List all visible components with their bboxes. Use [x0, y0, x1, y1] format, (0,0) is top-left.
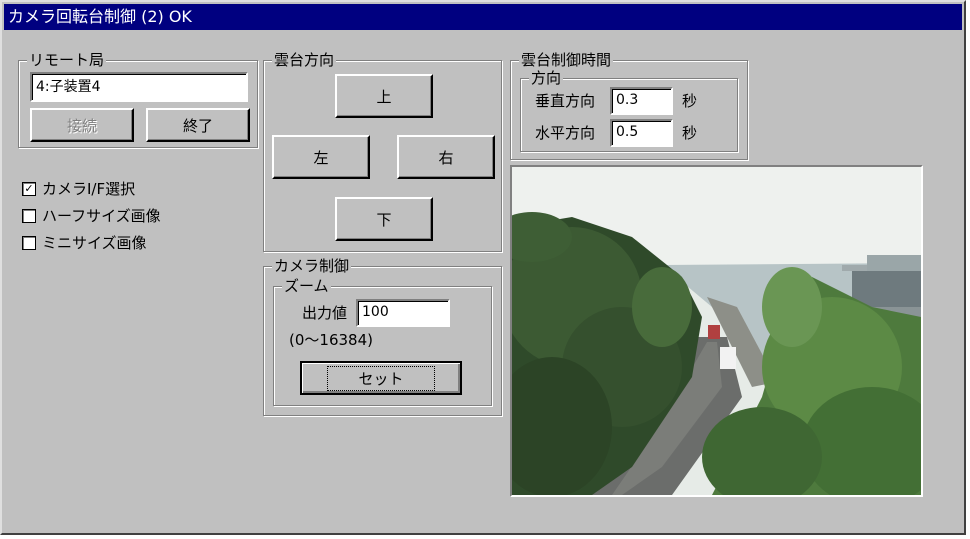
set-button-label: セット: [327, 365, 435, 391]
camera-image: [510, 165, 923, 497]
camera-scene-image: [512, 167, 921, 495]
pan-time-legend: 雲台制御時間: [519, 51, 614, 69]
vertical-time-input[interactable]: 0.3: [610, 87, 673, 115]
window-title: カメラ回転台制御 (2) OK: [8, 7, 192, 26]
set-button[interactable]: セット: [300, 361, 462, 395]
pan-left-button[interactable]: 左: [272, 135, 370, 179]
mini-size-checkbox[interactable]: ミニサイズ画像: [22, 232, 147, 253]
dialog-window: カメラ回転台制御 (2) OK リモート局 4:子装置4 接続 終了 ✓ カメラ…: [0, 0, 966, 535]
horizontal-unit: 秒: [682, 124, 698, 142]
half-size-label: ハーフサイズ画像: [42, 207, 161, 225]
remote-station-select[interactable]: 4:子装置4: [30, 72, 248, 102]
vertical-label: 垂直方向: [535, 92, 596, 110]
connect-button[interactable]: 接続: [30, 108, 134, 142]
camera-if-checkbox[interactable]: ✓ カメラI/F選択: [22, 178, 135, 199]
mini-size-label: ミニサイズ画像: [42, 234, 147, 252]
zoom-output-label: 出力値: [302, 304, 348, 322]
half-size-check-icon: [22, 208, 36, 223]
horizontal-time-input[interactable]: 0.5: [610, 119, 673, 147]
zoom-output-input[interactable]: 100: [356, 299, 450, 327]
pan-direction-legend: 雲台方向: [272, 51, 337, 69]
horizontal-label: 水平方向: [535, 124, 596, 142]
vertical-unit: 秒: [682, 92, 698, 110]
mini-size-check-icon: [22, 235, 36, 250]
direction-legend: 方向: [529, 69, 564, 87]
exit-button[interactable]: 終了: [146, 108, 250, 142]
zoom-legend: ズーム: [282, 277, 331, 295]
pan-right-button[interactable]: 右: [397, 135, 495, 179]
pan-down-button[interactable]: 下: [335, 197, 433, 241]
pan-up-button[interactable]: 上: [335, 74, 433, 118]
remote-station-legend: リモート局: [27, 51, 107, 69]
camera-if-check-icon: ✓: [22, 181, 36, 196]
camera-if-label: カメラI/F選択: [42, 180, 136, 198]
title-bar[interactable]: カメラ回転台制御 (2) OK: [4, 4, 962, 30]
zoom-range-text: (0〜16384): [289, 331, 373, 349]
camera-control-legend: カメラ制御: [272, 257, 352, 275]
half-size-checkbox[interactable]: ハーフサイズ画像: [22, 205, 161, 226]
